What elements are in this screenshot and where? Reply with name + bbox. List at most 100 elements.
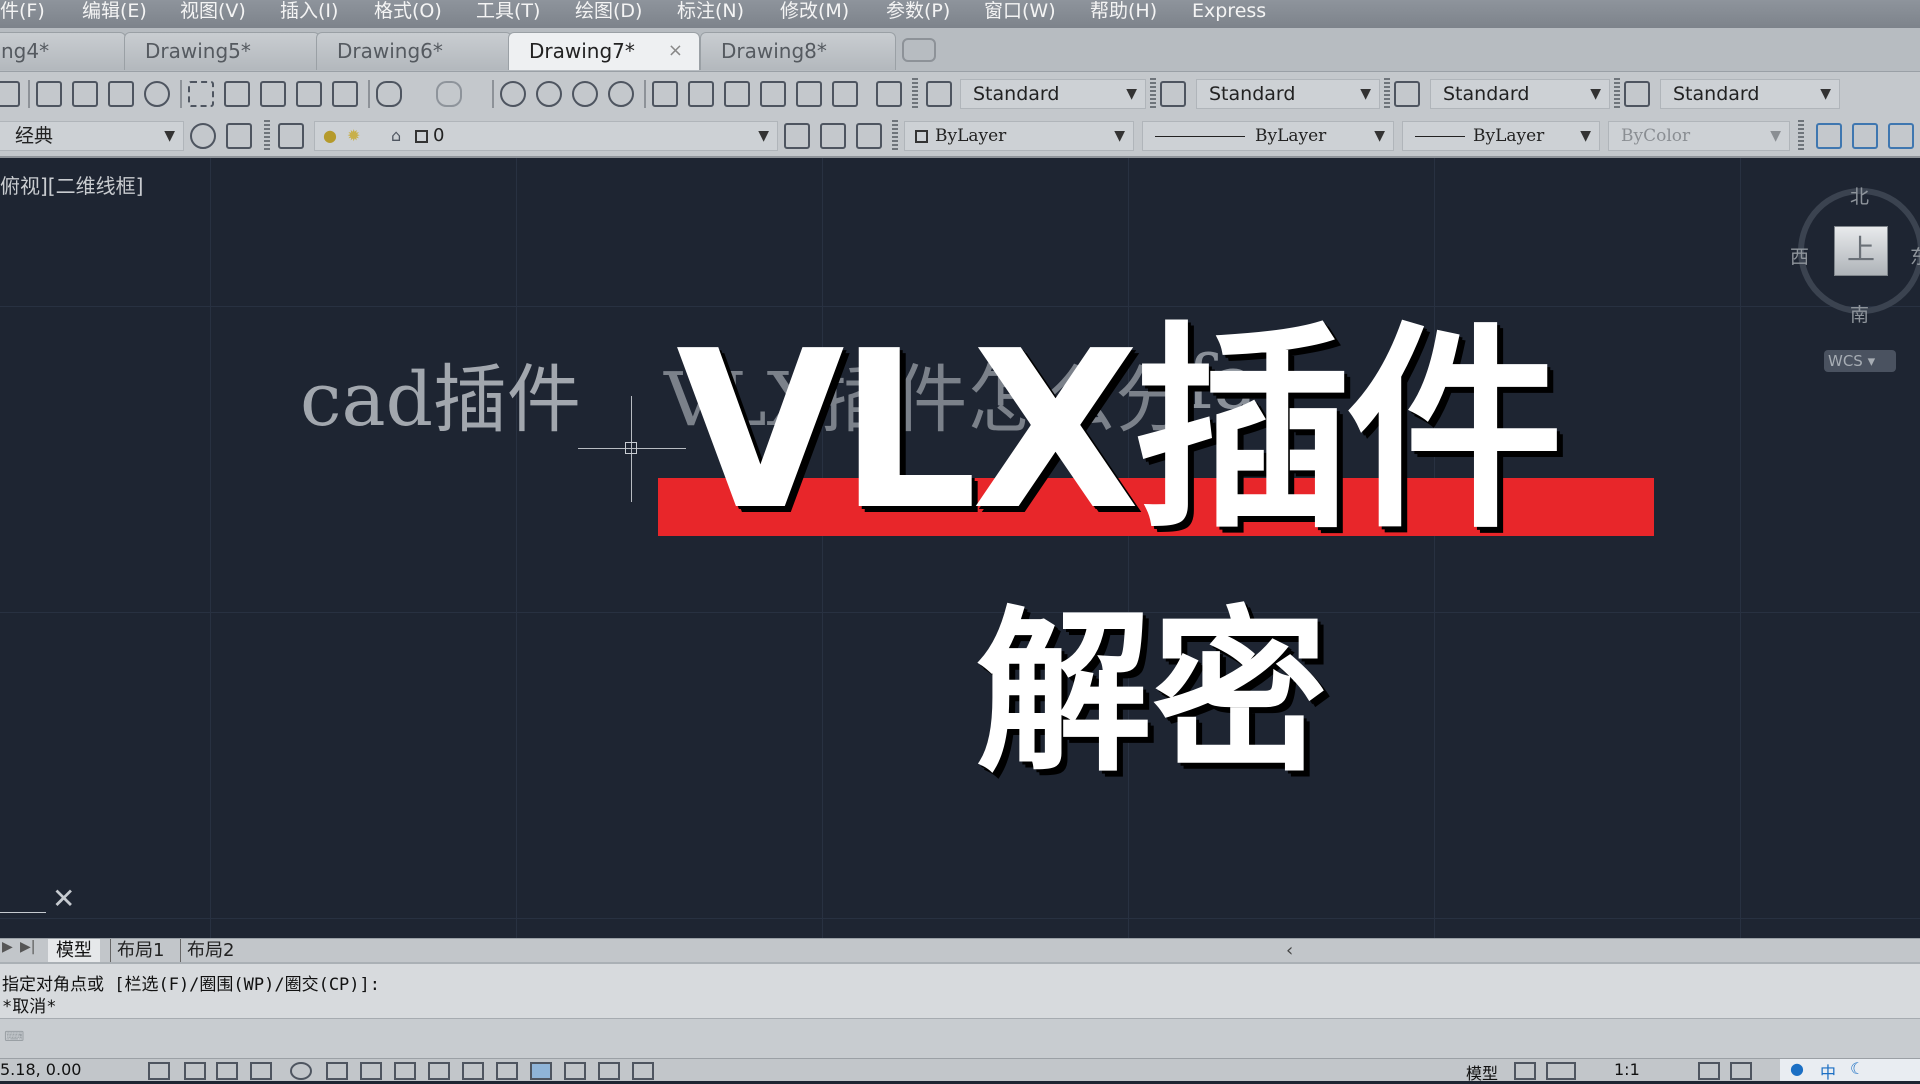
annotation-monitor-icon[interactable] [632,1062,654,1080]
pan-icon[interactable] [500,81,526,107]
copy-icon[interactable] [224,81,250,107]
menu-insert[interactable]: 插入(I) [280,0,338,24]
block-editor-icon[interactable] [332,81,358,107]
print-preview-icon[interactable] [72,81,98,107]
moon-icon[interactable]: ☾ [1850,1059,1864,1078]
menu-draw[interactable]: 绘图(D) [575,0,642,24]
layout-icon[interactable] [1546,1062,1576,1080]
undo-icon[interactable] [376,81,402,107]
toolbar-grip[interactable] [1150,78,1156,110]
lineweight-icon[interactable] [496,1062,518,1080]
toolbar-grip[interactable] [264,120,270,152]
web-icon[interactable] [144,81,170,107]
auto-scale-icon[interactable] [1730,1062,1752,1080]
menu-view[interactable]: 视图(V) [180,0,246,24]
grid-icon[interactable] [216,1062,238,1080]
infer-constraints-icon[interactable] [148,1062,170,1080]
viewport-label[interactable]: 俯视][二维线框] [0,170,143,199]
calculator-icon[interactable] [832,81,858,107]
match-properties-icon[interactable] [296,81,322,107]
menu-file[interactable]: 件(F) [0,0,45,24]
ducs-icon[interactable] [428,1062,450,1080]
zoom-realtime-icon[interactable] [536,81,562,107]
help-icon[interactable] [876,81,902,107]
viewcube-south[interactable]: 南 [1850,300,1869,327]
zoom-window-icon[interactable] [572,81,598,107]
table-style-select[interactable]: Standard ▼ [1430,79,1610,109]
toolbar-grip[interactable] [1614,78,1620,110]
text-style-icon[interactable] [926,81,952,107]
table-style-icon[interactable] [1394,81,1420,107]
quick-properties-icon[interactable] [564,1062,586,1080]
properties-icon[interactable] [652,81,678,107]
3d-osnap-icon[interactable] [360,1062,382,1080]
model-space-label[interactable]: 模型 [1466,1060,1498,1084]
otrack-icon[interactable] [394,1062,416,1080]
menu-edit[interactable]: 编辑(E) [82,0,147,24]
tab-nav-last-icon[interactable]: ▶| [20,939,35,955]
make-current-layer-icon[interactable] [784,123,810,149]
tab-drawing5[interactable]: Drawing5* [124,32,320,70]
menu-modify[interactable]: 修改(M) [780,0,849,24]
design-center-icon[interactable] [688,81,714,107]
lock-icon[interactable] [1816,123,1842,149]
menu-help[interactable]: 帮助(H) [1090,0,1157,24]
linetype-select[interactable]: ByLayer ▼ [1142,121,1394,151]
viewcube-face[interactable]: 上 [1834,226,1888,276]
multileader-style-select[interactable]: Standard ▼ [1660,79,1840,109]
drawing-canvas[interactable]: 俯视][二维线框] cad插件 VLX插件怎么分 fa VLX插件 解密 ✕ 上… [0,158,1920,938]
viewcube-north[interactable]: 北 [1850,182,1869,209]
dim-style-select[interactable]: Standard ▼ [1196,79,1380,109]
plotstyle-select[interactable]: ByColor ▼ [1608,121,1790,151]
redo-icon[interactable] [436,81,462,107]
tab-model[interactable]: 模型 [48,939,100,963]
snap-icon[interactable] [184,1062,206,1080]
osnap-icon[interactable] [326,1062,348,1080]
tab-nav-next-icon[interactable]: ▶ [2,939,13,955]
ortho-icon[interactable] [250,1062,272,1080]
dim-style-icon[interactable] [1160,81,1186,107]
multileader-style-icon[interactable] [1624,81,1650,107]
tool-palettes-icon[interactable] [724,81,750,107]
menu-tools[interactable]: 工具(T) [476,0,540,24]
viewcube-east[interactable]: 东 [1910,242,1920,269]
scroll-left-icon[interactable]: ‹ [1286,939,1293,963]
menu-format[interactable]: 格式(O) [374,0,442,24]
selection-cycling-icon[interactable] [598,1062,620,1080]
model-icon[interactable] [1514,1062,1536,1080]
sun-icon[interactable]: ✹ [347,122,360,150]
tab-drawing4[interactable]: ng4* [0,32,126,70]
layer-properties-icon[interactable] [278,123,304,149]
workspace-select[interactable]: 经典 ▼ [0,121,184,151]
zoom-previous-icon[interactable] [608,81,634,107]
unlock-icon[interactable]: ⌂ [391,122,401,150]
color-select[interactable]: ByLayer ▼ [904,121,1134,151]
cut-icon[interactable] [188,81,214,107]
menu-express[interactable]: Express [1192,0,1266,24]
print-icon[interactable] [36,81,62,107]
layer-state-icon[interactable] [856,123,882,149]
sheet-set-icon[interactable] [760,81,786,107]
command-input[interactable]: ⌨ [0,1018,1920,1059]
menu-window[interactable]: 窗口(W) [984,0,1056,24]
lineweight-select[interactable]: ByLayer ▼ [1402,121,1600,151]
ime-toolbar[interactable]: ● 中 ☾ [1780,1059,1920,1082]
dyn-icon[interactable] [462,1062,484,1080]
publish-icon[interactable] [108,81,134,107]
menu-dimension[interactable]: 标注(N) [677,0,744,24]
toolbar-grip[interactable] [1798,120,1804,152]
layer-previous-icon[interactable] [820,123,846,149]
workspace-icon[interactable] [226,123,252,149]
save-icon[interactable] [0,81,20,107]
layer-select[interactable]: ● ✹ ⌂ 0 ▼ [314,121,778,151]
new-tab-icon[interactable] [902,38,936,62]
coordinates-readout[interactable]: 5.18, 0.00 [0,1060,81,1079]
annotation-visibility-icon[interactable] [1698,1062,1720,1080]
menu-parametric[interactable]: 参数(P) [886,0,950,24]
close-icon[interactable]: × [668,33,683,69]
toolbar-grip[interactable] [1384,78,1390,110]
text-style-select[interactable]: Standard ▼ [960,79,1146,109]
tab-drawing7[interactable]: Drawing7* × [508,32,700,70]
tab-drawing6[interactable]: Drawing6* [316,32,512,70]
viewcube-west[interactable]: 西 [1790,242,1809,269]
